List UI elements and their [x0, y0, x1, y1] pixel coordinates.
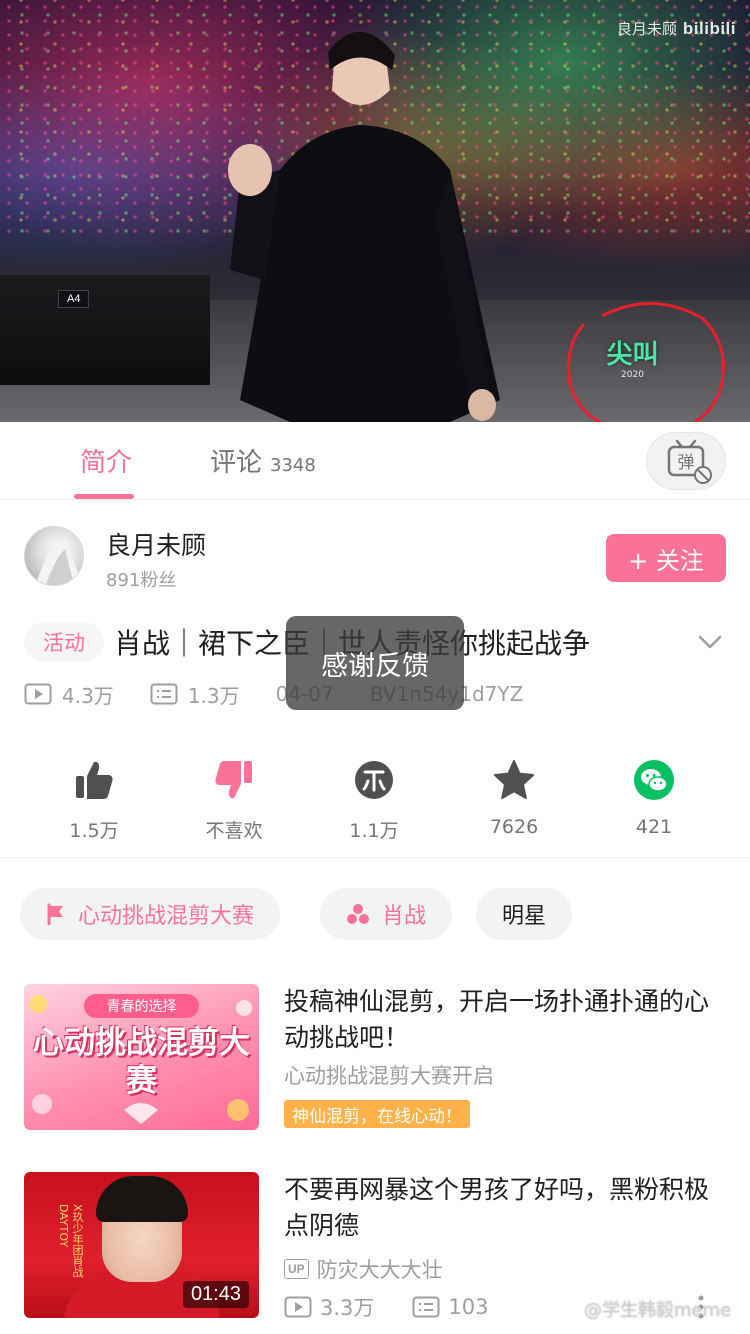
- star-icon: [494, 760, 534, 799]
- follow-button[interactable]: + 关注: [606, 534, 726, 582]
- watermark-uploader: 良月未顾: [616, 20, 677, 38]
- seat-label: A4: [58, 290, 90, 308]
- recommendation-subtitle: 心动挑战混剪大赛开启: [284, 1064, 494, 1088]
- play-count-icon: [24, 683, 52, 705]
- wechat-icon: [634, 760, 674, 800]
- action-bar: 1.5万 不喜欢 1.1万 7626 421: [0, 748, 750, 858]
- danmaku-count: 1.3万: [187, 683, 240, 708]
- tag-xiao-zhan[interactable]: 肖战: [320, 888, 453, 940]
- recommendation-stats: 3.3万 103: [284, 1292, 489, 1322]
- thumbs-down-icon: [215, 761, 252, 799]
- uploader-name[interactable]: 良月未顾: [106, 526, 206, 562]
- favorite-count: 7626: [489, 816, 539, 838]
- danmaku-count-icon: [412, 1296, 440, 1318]
- dislike-label: 不喜欢: [205, 820, 263, 842]
- recommendation-uploader-name: 防灾大大大壮: [316, 1258, 443, 1282]
- up-badge-icon: UP: [284, 1259, 309, 1279]
- tag-heart-challenge[interactable]: 心动挑战混剪大赛: [20, 888, 281, 940]
- recommendation-title: 不要再网暴这个男孩了好吗，黑粉积极点阴德: [284, 1175, 710, 1240]
- recommendation-uploader: UP 防灾大大大壮: [284, 1254, 443, 1284]
- danmaku-toggle-button[interactable]: 弹: [646, 432, 726, 490]
- flag-icon: [47, 903, 63, 925]
- danmaku-glyph: 弹: [678, 453, 695, 473]
- play-count-icon: [284, 1296, 312, 1318]
- danmaku-count-icon: [150, 683, 178, 705]
- red-circle-annotation: [567, 302, 725, 422]
- share-count: 421: [635, 816, 673, 838]
- coin-icon: [355, 761, 393, 799]
- tab-comments[interactable]: 评论 3348: [210, 442, 316, 479]
- share-button[interactable]: 421: [594, 758, 714, 838]
- activity-tag[interactable]: 活动: [24, 622, 104, 662]
- detail-tabs: 简介 评论 3348 弹: [0, 422, 750, 500]
- thumbs-up-icon: [76, 761, 113, 799]
- uploader-row: 良月未顾 891粉丝 + 关注: [0, 500, 750, 610]
- recommendation-views: 3.3万: [320, 1296, 375, 1320]
- like-button[interactable]: 1.5万: [34, 758, 154, 843]
- avatar[interactable]: [24, 526, 84, 586]
- thumbnail-person-hair: [96, 1176, 188, 1222]
- tab-intro[interactable]: 简介: [80, 442, 132, 479]
- performer-figure: [228, 31, 500, 422]
- coin-button[interactable]: 1.1万: [314, 758, 434, 843]
- tag-label: 肖战: [382, 904, 427, 929]
- thumbnail-side-text: X玖少年团肖战DAYTOY: [57, 1204, 84, 1278]
- chevron-down-icon[interactable]: [696, 628, 724, 656]
- coin-count: 1.1万: [349, 820, 399, 842]
- bilibili-logo: bilibili: [682, 18, 736, 38]
- feedback-toast: 感谢反馈: [286, 616, 464, 710]
- tab-comments-label: 评论: [210, 448, 263, 478]
- video-watermark: 良月未顾 bilibili: [617, 18, 736, 39]
- recommendation-thumbnail: 青春的选择 心动挑战混剪大赛: [24, 984, 259, 1130]
- tag-label: 明星: [502, 904, 547, 929]
- dislike-button[interactable]: 不喜欢: [174, 758, 294, 843]
- danmaku-off-icon: 弹: [667, 439, 712, 484]
- tab-active-indicator: [74, 494, 134, 499]
- like-count: 1.5万: [69, 820, 119, 842]
- recommendation-card[interactable]: 青春的选择 心动挑战混剪大赛 投稿神仙混剪，开启一场扑通扑通的心动挑战吧！ 心动…: [0, 984, 750, 1134]
- video-player[interactable]: A4 良月未顾 bilibili 尖叫 2020: [0, 0, 750, 422]
- views-count: 4.3万: [62, 683, 114, 708]
- video-duration: 01:43: [182, 1281, 249, 1308]
- flower-decoration: [29, 995, 252, 1124]
- recommendation-title: 投稿神仙混剪，开启一场扑通扑通的心动挑战吧！: [284, 987, 710, 1052]
- tag-label: 心动挑战混剪大赛: [78, 904, 255, 929]
- recommendation-danmaku: 103: [448, 1295, 489, 1319]
- tag-celebrity[interactable]: 明星: [476, 888, 573, 940]
- favorite-button[interactable]: 7626: [454, 758, 574, 838]
- comments-count: 3348: [270, 455, 316, 476]
- weibo-watermark: @学生韩毅meme: [584, 1300, 732, 1321]
- uploader-fans: 891粉丝: [106, 570, 177, 591]
- avatar-image: [35, 539, 83, 585]
- recommendation-badge: 神仙混剪，在线心动！: [284, 1100, 470, 1128]
- dots-icon: [347, 904, 369, 924]
- recommendation-thumbnail: X玖少年团肖战DAYTOY 01:43: [24, 1172, 259, 1318]
- seat-barrier: [0, 275, 210, 385]
